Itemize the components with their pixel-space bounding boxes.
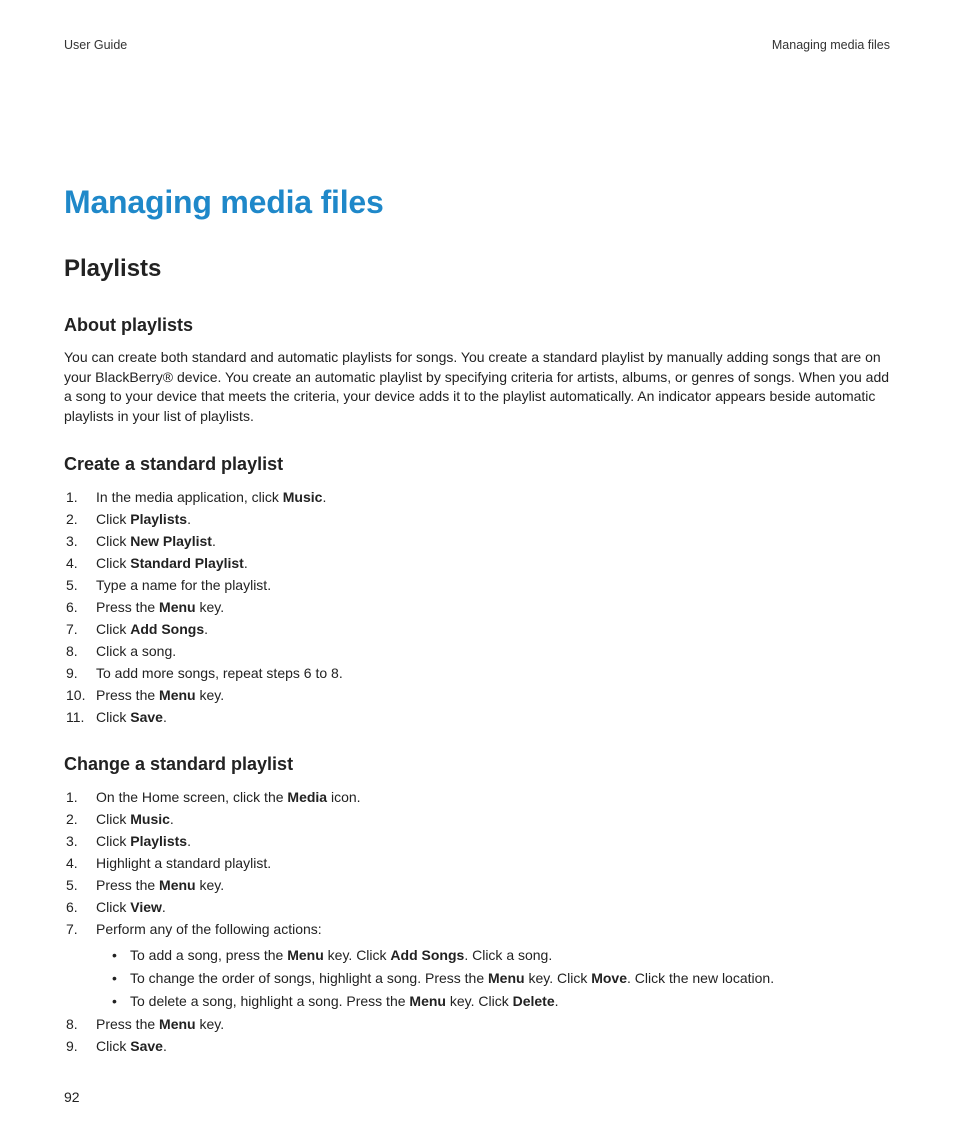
step-item: 3.Click Playlists. bbox=[64, 831, 890, 852]
bullet-text: To change the order of songs, highlight … bbox=[130, 968, 774, 990]
step-item: 7.Click Add Songs. bbox=[64, 619, 890, 640]
bullet-item: To delete a song, highlight a song. Pres… bbox=[112, 991, 890, 1013]
step-number: 2. bbox=[64, 809, 96, 830]
step-text: Click a song. bbox=[96, 641, 890, 662]
step-item: 4.Click Standard Playlist. bbox=[64, 553, 890, 574]
step-item: 2.Click Playlists. bbox=[64, 509, 890, 530]
page-header: User Guide Managing media files bbox=[64, 38, 890, 52]
step-item: 6.Click View. bbox=[64, 897, 890, 918]
step-text: Click View. bbox=[96, 897, 890, 918]
step-text: Press the Menu key. bbox=[96, 597, 890, 618]
step-number: 6. bbox=[64, 897, 96, 918]
bullet-text: To add a song, press the Menu key. Click… bbox=[130, 945, 552, 967]
step-number: 8. bbox=[64, 1014, 96, 1035]
step-item: 2.Click Music. bbox=[64, 809, 890, 830]
step-number: 3. bbox=[64, 831, 96, 852]
about-body: You can create both standard and automat… bbox=[64, 348, 890, 426]
step-item: 1.In the media application, click Music. bbox=[64, 487, 890, 508]
step-text: Press the Menu key. bbox=[96, 1014, 890, 1035]
step-text: Click Playlists. bbox=[96, 831, 890, 852]
step-item: 7.Perform any of the following actions: bbox=[64, 919, 890, 940]
step-number: 8. bbox=[64, 641, 96, 662]
step-text: Click Standard Playlist. bbox=[96, 553, 890, 574]
step-item: 9.Click Save. bbox=[64, 1036, 890, 1057]
change-sub-actions: To add a song, press the Menu key. Click… bbox=[96, 945, 890, 1012]
step-item: 10.Press the Menu key. bbox=[64, 685, 890, 706]
step-number: 6. bbox=[64, 597, 96, 618]
bullet-item: To change the order of songs, highlight … bbox=[112, 968, 890, 990]
header-left: User Guide bbox=[64, 38, 127, 52]
page: User Guide Managing media files Managing… bbox=[0, 0, 954, 1145]
step-text: Click Save. bbox=[96, 1036, 890, 1057]
step-item: 5.Press the Menu key. bbox=[64, 875, 890, 896]
step-text: Click Playlists. bbox=[96, 509, 890, 530]
step-item: 9.To add more songs, repeat steps 6 to 8… bbox=[64, 663, 890, 684]
step-number: 11. bbox=[64, 707, 96, 728]
step-text: Click Save. bbox=[96, 707, 890, 728]
step-number: 5. bbox=[64, 575, 96, 596]
step-text: Press the Menu key. bbox=[96, 875, 890, 896]
create-heading: Create a standard playlist bbox=[64, 454, 890, 475]
header-right: Managing media files bbox=[772, 38, 890, 52]
step-text: Click New Playlist. bbox=[96, 531, 890, 552]
step-text: Type a name for the playlist. bbox=[96, 575, 890, 596]
step-item: 1.On the Home screen, click the Media ic… bbox=[64, 787, 890, 808]
step-item: 3.Click New Playlist. bbox=[64, 531, 890, 552]
bullet-item: To add a song, press the Menu key. Click… bbox=[112, 945, 890, 967]
change-heading: Change a standard playlist bbox=[64, 754, 890, 775]
step-text: Press the Menu key. bbox=[96, 685, 890, 706]
step-text: In the media application, click Music. bbox=[96, 487, 890, 508]
change-steps: 1.On the Home screen, click the Media ic… bbox=[64, 787, 890, 1057]
step-text: Click Add Songs. bbox=[96, 619, 890, 640]
step-item: 6.Press the Menu key. bbox=[64, 597, 890, 618]
main-title: Managing media files bbox=[64, 184, 890, 221]
step-number: 3. bbox=[64, 531, 96, 552]
step-text: Click Music. bbox=[96, 809, 890, 830]
step-number: 5. bbox=[64, 875, 96, 896]
about-heading: About playlists bbox=[64, 315, 890, 336]
step-number: 1. bbox=[64, 487, 96, 508]
step-item: 11.Click Save. bbox=[64, 707, 890, 728]
step-text: On the Home screen, click the Media icon… bbox=[96, 787, 890, 808]
step-number: 9. bbox=[64, 663, 96, 684]
step-number: 7. bbox=[64, 919, 96, 940]
step-number: 2. bbox=[64, 509, 96, 530]
step-number: 7. bbox=[64, 619, 96, 640]
step-text: Highlight a standard playlist. bbox=[96, 853, 890, 874]
create-steps: 1.In the media application, click Music.… bbox=[64, 487, 890, 728]
step-number: 10. bbox=[64, 685, 96, 706]
step-item: 5.Type a name for the playlist. bbox=[64, 575, 890, 596]
step-text: Perform any of the following actions: bbox=[96, 919, 890, 940]
step-item: 4.Highlight a standard playlist. bbox=[64, 853, 890, 874]
step-item: 8.Click a song. bbox=[64, 641, 890, 662]
bullet-text: To delete a song, highlight a song. Pres… bbox=[130, 991, 559, 1013]
step-text: To add more songs, repeat steps 6 to 8. bbox=[96, 663, 890, 684]
step-item: 8.Press the Menu key. bbox=[64, 1014, 890, 1035]
step-number: 4. bbox=[64, 553, 96, 574]
bullet-wrap: To add a song, press the Menu key. Click… bbox=[64, 941, 890, 1013]
page-number: 92 bbox=[64, 1089, 80, 1105]
step-number: 4. bbox=[64, 853, 96, 874]
step-number: 1. bbox=[64, 787, 96, 808]
step-number: 9. bbox=[64, 1036, 96, 1057]
section-title: Playlists bbox=[64, 255, 890, 283]
